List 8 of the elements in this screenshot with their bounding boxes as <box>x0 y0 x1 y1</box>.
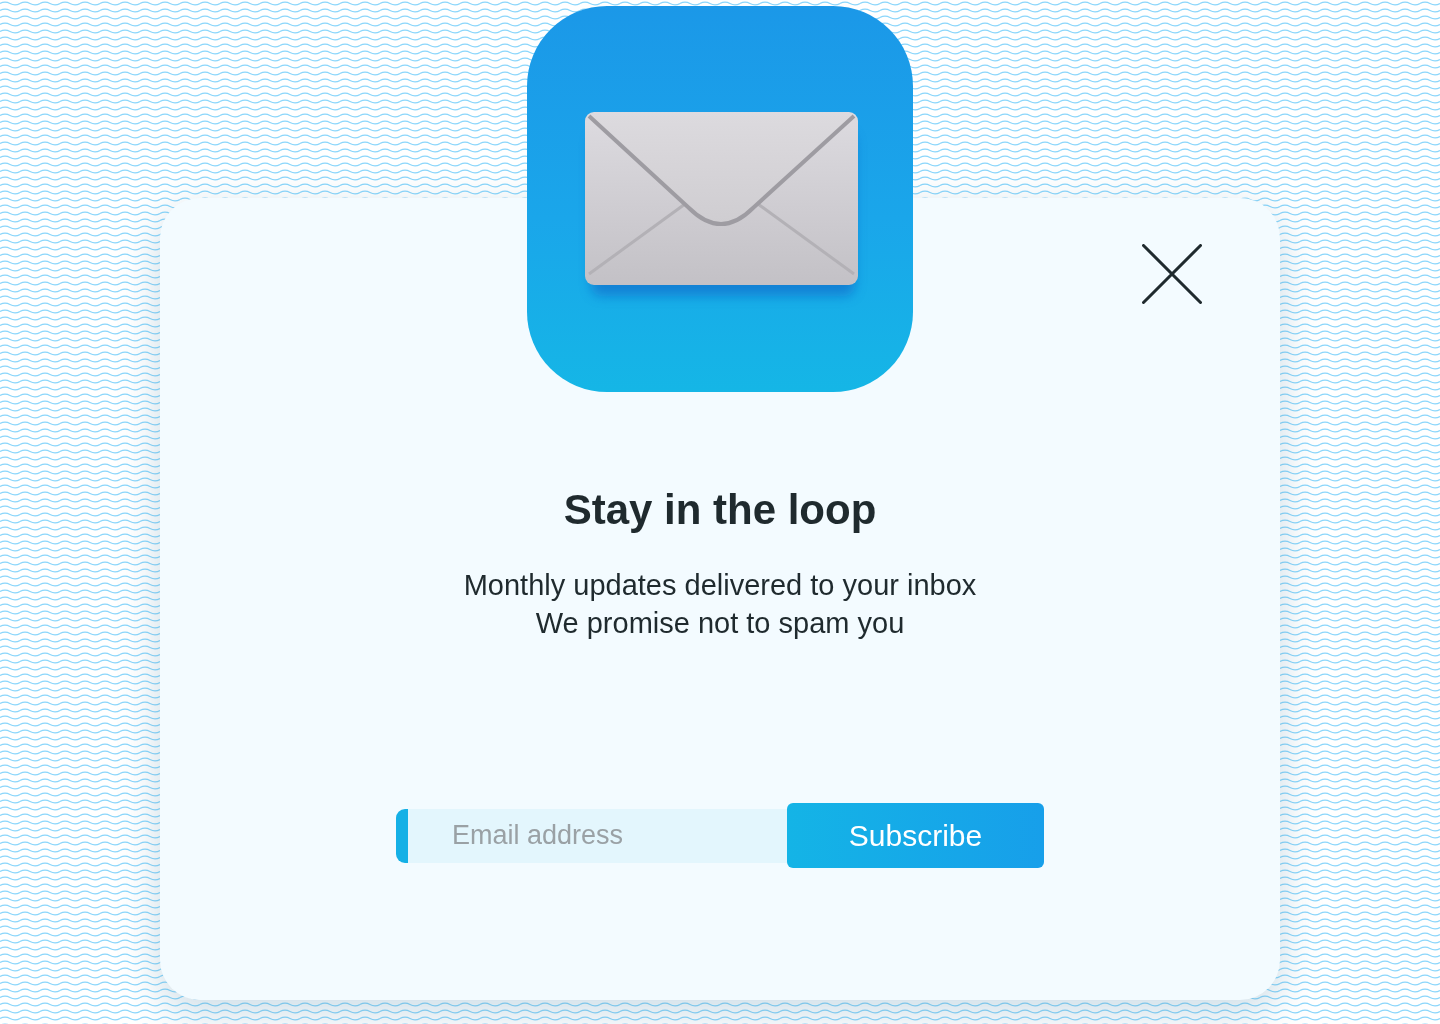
envelope-icon <box>525 4 915 394</box>
description-text: Monthly updates delivered to your inbox <box>463 568 977 603</box>
subscribe-button[interactable]: Subscribe <box>787 803 1044 868</box>
close-icon <box>1142 244 1202 304</box>
email-field[interactable]: Email address <box>396 808 787 863</box>
dialog-title: Stay in the loop <box>563 485 877 535</box>
description-text: We promise not to spam you <box>535 606 905 641</box>
close-button[interactable] <box>1142 244 1202 304</box>
